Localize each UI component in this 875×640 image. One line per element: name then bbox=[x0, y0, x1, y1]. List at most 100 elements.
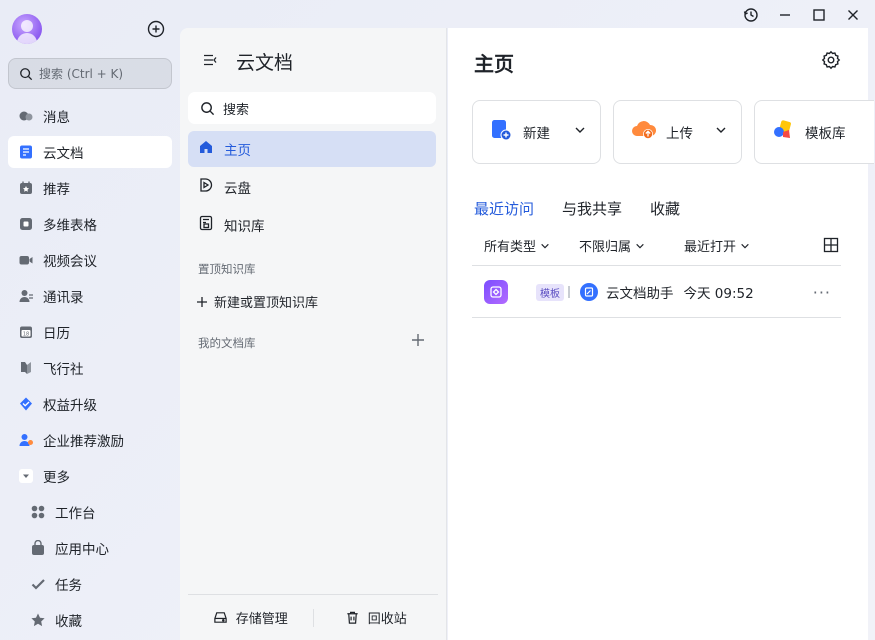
add-library-plus-icon[interactable] bbox=[410, 332, 426, 348]
template-icon bbox=[771, 118, 795, 146]
sidebar-item-cloud-docs[interactable]: 云文档 bbox=[8, 136, 172, 168]
tab-shared-with-me[interactable]: 与我共享 bbox=[562, 198, 622, 219]
gear-icon[interactable] bbox=[821, 50, 841, 70]
chevron-down-icon bbox=[574, 124, 586, 140]
close-icon[interactable] bbox=[839, 4, 867, 26]
collapse-panel-icon[interactable] bbox=[202, 52, 218, 72]
sidebar-item-label: 工作台 bbox=[55, 506, 96, 522]
new-doc-button[interactable]: 新建 bbox=[472, 100, 601, 164]
sidebar-item-favorites[interactable]: 收藏 bbox=[8, 604, 172, 636]
docs-nav-label: 知识库 bbox=[224, 219, 265, 235]
cloud-drive-icon bbox=[198, 177, 214, 197]
sidebar-item-label: 企业推荐激励 bbox=[43, 434, 124, 450]
global-search-input[interactable]: 搜索 (Ctrl + K) bbox=[8, 58, 172, 89]
filter-owner-dropdown[interactable]: 不限归属 bbox=[579, 236, 684, 255]
more-options-icon[interactable]: ··· bbox=[813, 283, 831, 302]
sidebar-item-label: 更多 bbox=[43, 470, 70, 486]
recycle-label: 回收站 bbox=[367, 612, 407, 627]
tab-recent[interactable]: 最近访问 bbox=[474, 198, 534, 219]
docs-nav-label: 云盘 bbox=[224, 181, 251, 197]
docs-nav-home[interactable]: 主页 bbox=[188, 131, 436, 167]
docs-assistant-icon bbox=[580, 283, 598, 301]
contacts-icon bbox=[18, 288, 34, 304]
trash-icon bbox=[347, 611, 358, 624]
sidebar-item-contacts[interactable]: 通讯录 bbox=[8, 280, 172, 312]
docs-search-placeholder: 搜索 bbox=[223, 102, 250, 118]
template-badge: 模板 bbox=[536, 283, 564, 301]
workplace-icon bbox=[30, 504, 46, 520]
sidebar-item-referral[interactable]: 企业推荐激励 bbox=[8, 424, 172, 456]
sidebar-item-label: 推荐 bbox=[43, 182, 70, 198]
template-label: 模板库 bbox=[805, 126, 846, 142]
avatar[interactable] bbox=[12, 14, 42, 44]
base-table-icon bbox=[18, 216, 34, 232]
add-pinned-kb-button[interactable]: 新建或置顶知识库 bbox=[196, 292, 318, 311]
svg-text:18: 18 bbox=[23, 332, 29, 338]
window-controls bbox=[737, 4, 867, 26]
sidebar-item-label: 通讯录 bbox=[43, 290, 84, 306]
sidebar-item-workplace[interactable]: 工作台 bbox=[8, 496, 172, 528]
filter-label: 所有类型 bbox=[484, 240, 537, 255]
chevron-down-icon bbox=[636, 243, 644, 248]
filter-label: 最近打开 bbox=[684, 240, 737, 255]
sidebar-item-label: 云文档 bbox=[43, 146, 84, 162]
sidebar-item-upgrade[interactable]: 权益升级 bbox=[8, 388, 172, 420]
sidebar-item-label: 视频会议 bbox=[43, 254, 97, 270]
doc-time: 今天 09:52 bbox=[683, 286, 754, 302]
my-library-section-title: 我的文档库 bbox=[198, 336, 256, 350]
video-meeting-icon bbox=[18, 252, 34, 268]
sidebar-item-messages[interactable]: 消息 bbox=[8, 100, 172, 132]
upload-button[interactable]: 上传 bbox=[613, 100, 742, 164]
cloud-docs-icon bbox=[18, 144, 34, 160]
template-library-button[interactable]: 模板库 bbox=[754, 100, 874, 164]
sidebar-item-label: 飞行社 bbox=[43, 362, 84, 378]
template-doc-icon bbox=[484, 280, 508, 304]
filter-sort-dropdown[interactable]: 最近打开 bbox=[684, 236, 750, 255]
tag-separator bbox=[568, 286, 570, 298]
sidebar-item-video-meeting[interactable]: 视频会议 bbox=[8, 244, 172, 276]
docs-nav-knowledge-base[interactable]: 知识库 bbox=[188, 207, 436, 243]
sidebar-item-app-center[interactable]: 应用中心 bbox=[8, 532, 172, 564]
docs-panel-header: 云文档 bbox=[202, 48, 293, 75]
message-icon bbox=[18, 108, 34, 124]
grid-view-icon[interactable] bbox=[823, 237, 839, 253]
sidebar-item-task[interactable]: 任务 bbox=[8, 568, 172, 600]
sidebar-item-label: 日历 bbox=[43, 326, 70, 342]
storage-icon bbox=[214, 612, 227, 623]
upgrade-icon bbox=[18, 396, 34, 412]
history-icon[interactable] bbox=[737, 4, 765, 26]
recommend-icon bbox=[18, 180, 34, 196]
docs-panel: 云文档 搜索 主页 云盘 知识库 置顶知识库 新建或置顶知识库 我的文档库 存储… bbox=[180, 28, 447, 640]
calendar-icon: 18 bbox=[18, 324, 34, 340]
flight-club-icon bbox=[18, 360, 34, 376]
favorite-star-icon bbox=[30, 612, 46, 628]
filter-type-dropdown[interactable]: 所有类型 bbox=[484, 236, 579, 255]
global-search-placeholder: 搜索 (Ctrl + K) bbox=[39, 67, 124, 81]
minimize-icon[interactable] bbox=[771, 4, 799, 26]
docs-nav-cloud-drive[interactable]: 云盘 bbox=[188, 169, 436, 205]
sidebar-item-recommend[interactable]: 推荐 bbox=[8, 172, 172, 204]
maximize-icon[interactable] bbox=[805, 4, 833, 26]
sidebar-item-base-table[interactable]: 多维表格 bbox=[8, 208, 172, 240]
home-icon bbox=[198, 139, 214, 159]
new-doc-icon bbox=[489, 118, 513, 146]
sidebar-item-flight-club[interactable]: 飞行社 bbox=[8, 352, 172, 384]
add-circle-icon[interactable] bbox=[146, 19, 166, 39]
storage-label: 存储管理 bbox=[235, 612, 288, 627]
docs-nav-label: 主页 bbox=[224, 143, 251, 159]
new-doc-label: 新建 bbox=[523, 126, 550, 142]
tab-favorites[interactable]: 收藏 bbox=[650, 198, 680, 219]
docs-panel-title: 云文档 bbox=[236, 52, 294, 74]
search-icon bbox=[201, 101, 215, 115]
recycle-bin-button[interactable]: 回收站 bbox=[314, 608, 439, 627]
storage-management-button[interactable]: 存储管理 bbox=[188, 608, 313, 627]
sidebar-item-label: 消息 bbox=[43, 110, 70, 126]
sidebar-item-more[interactable]: 更多 bbox=[8, 460, 172, 492]
list-divider bbox=[472, 317, 841, 318]
sidebar-item-calendar[interactable]: 18 日历 bbox=[8, 316, 172, 348]
sidebar-item-label: 应用中心 bbox=[55, 542, 109, 558]
table-row[interactable]: 模板 云文档助手 今天 09:52 ··· bbox=[472, 266, 841, 318]
referral-icon bbox=[18, 432, 34, 448]
docs-search-input[interactable]: 搜索 bbox=[188, 92, 436, 124]
doc-owner: 云文档助手 bbox=[606, 286, 674, 302]
